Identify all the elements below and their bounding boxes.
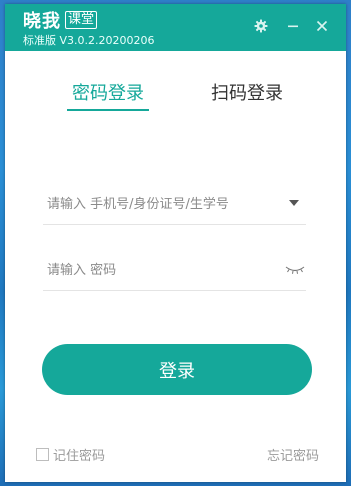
- eye-closed-icon[interactable]: [285, 264, 305, 276]
- minimize-button[interactable]: [283, 16, 303, 36]
- active-tab-indicator: [67, 109, 149, 111]
- login-button[interactable]: 登录: [42, 344, 312, 395]
- gear-icon: [254, 19, 268, 33]
- close-icon: [316, 20, 328, 32]
- app-logo: 晓我 课堂: [23, 9, 98, 32]
- minimize-icon: [288, 25, 298, 28]
- remember-password[interactable]: 记住密码: [36, 445, 105, 464]
- login-tabs: 密码登录 扫码登录: [5, 51, 346, 111]
- account-field: [43, 184, 306, 225]
- forgot-password-link[interactable]: 忘记密码: [267, 445, 319, 464]
- close-button[interactable]: [312, 16, 332, 36]
- triangle-down-icon[interactable]: [289, 200, 299, 206]
- password-input[interactable]: [47, 258, 267, 282]
- login-window: 晓我 课堂 标准版 V3.0.2.20200206 密码登录 扫码登录 请输入 …: [5, 4, 346, 482]
- account-input[interactable]: [47, 192, 267, 216]
- titlebar: 晓我 课堂 标准版 V3.0.2.20200206: [5, 4, 346, 51]
- settings-button[interactable]: [251, 16, 271, 36]
- tab-password-login[interactable]: 密码登录: [72, 79, 144, 105]
- tab-qr-login[interactable]: 扫码登录: [211, 79, 283, 105]
- version-label: 标准版 V3.0.2.20200206: [23, 34, 155, 47]
- remember-label: 记住密码: [53, 449, 106, 464]
- remember-checkbox[interactable]: [36, 448, 49, 461]
- logo-box-text: 课堂: [65, 11, 98, 29]
- password-field: [43, 250, 306, 291]
- logo-text: 晓我: [23, 11, 61, 32]
